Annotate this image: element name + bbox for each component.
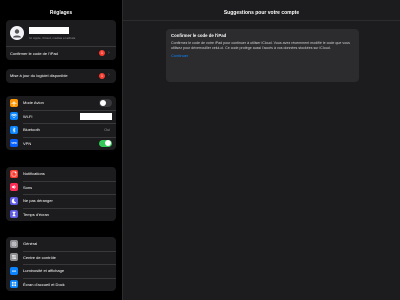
continue-link[interactable]: Continuer — [171, 53, 354, 58]
sidebar-item-label: Ne pas déranger — [23, 198, 53, 204]
speaker-icon — [10, 183, 18, 192]
sidebar-item-screen-time[interactable]: Temps d'écran — [6, 207, 116, 222]
card-text: Confirmez le code de votre iPad pour con… — [171, 41, 350, 50]
sidebar-item-wifi[interactable]: Wi-Fi — [6, 109, 116, 124]
sidebar-item-do-not-disturb[interactable]: Ne pas déranger — [6, 194, 116, 208]
toggle-knob — [99, 99, 106, 106]
notification-badge: 1 — [99, 72, 105, 79]
sidebar-item-notifications[interactable]: Notifications — [6, 167, 116, 181]
chevron-right-icon: › — [108, 72, 110, 79]
connectivity-group: Mode Avion Wi-Fi Bluetooth Oui VPN VPN — [6, 96, 116, 150]
moon-icon — [10, 196, 18, 205]
sidebar-item-label: Notifications — [23, 171, 45, 177]
sidebar-item-home-screen[interactable]: Écran d'accueil et Dock — [6, 277, 116, 292]
aa-icon: AA — [10, 266, 18, 275]
sidebar-item-general[interactable]: Général — [6, 237, 116, 251]
sidebar-item-label: Général — [23, 241, 38, 247]
switches-icon — [10, 253, 18, 262]
avatar — [10, 26, 24, 40]
redacted-name — [29, 26, 69, 34]
vpn-icon: VPN — [10, 139, 18, 148]
sidebar-item-vpn[interactable]: VPN VPN — [6, 136, 116, 151]
bluetooth-status: Oui — [104, 127, 110, 132]
card-title: Confirmer le code de l'iPad — [171, 33, 227, 38]
apple-id-profile[interactable]: Id. Apple, iCloud, médias et achats — [6, 20, 116, 46]
sidebar-title: Réglages — [49, 10, 73, 16]
redacted-network-name — [80, 112, 112, 120]
notifications-group: Notifications Sons Ne pas déranger Temps… — [6, 167, 116, 221]
sidebar-item-label: Wi-Fi — [23, 113, 33, 119]
header-divider — [123, 20, 400, 21]
notifications-icon — [10, 169, 18, 178]
detail-pane: Suggestions pour votre compte Confirmer … — [123, 0, 400, 300]
sidebar-item-display[interactable]: AA Luminosité et affichage — [6, 264, 116, 278]
person-icon — [13, 29, 21, 38]
profile-subtitle: Id. Apple, iCloud, médias et achats — [29, 35, 76, 40]
account-group: Id. Apple, iCloud, médias et achats Conf… — [6, 20, 116, 60]
detail-title: Suggestions pour votre compte — [223, 10, 300, 16]
sidebar-item-confirm-code[interactable]: Confirmer le code de l'iPad 1 › — [6, 46, 116, 60]
sidebar-item-label: Écran d'accueil et Dock — [23, 281, 65, 287]
wifi-icon — [10, 112, 18, 121]
sidebar-item-airplane[interactable]: Mode Avion — [6, 96, 116, 110]
sidebar-item-label: Mise à jour du logiciel disponible — [10, 73, 68, 79]
general-group: Général Centre de contrôle AA Luminosité… — [6, 237, 116, 291]
sidebar-item-label: Confirmer le code de l'iPad — [10, 50, 58, 56]
bluetooth-icon — [10, 125, 18, 134]
chevron-right-icon: › — [108, 49, 110, 56]
sidebar-item-sounds[interactable]: Sons — [6, 180, 116, 195]
sidebar-item-label: Bluetooth — [23, 127, 40, 133]
vpn-toggle[interactable] — [99, 139, 112, 147]
sidebar-item-label: Mode Avion — [23, 100, 44, 106]
sidebar-item-label: Centre de contrôle — [23, 254, 56, 260]
sidebar-item-label: Luminosité et affichage — [23, 268, 65, 274]
sidebar-item-control-center[interactable]: Centre de contrôle — [6, 250, 116, 265]
gear-icon — [10, 239, 18, 248]
notification-badge: 1 — [99, 50, 105, 57]
sidebar-item-bluetooth[interactable]: Bluetooth Oui — [6, 123, 116, 137]
sidebar-item-label: Sons — [23, 184, 33, 190]
hourglass-icon — [10, 210, 18, 219]
airplane-icon — [10, 98, 18, 107]
sidebar-item-label: Temps d'écran — [23, 211, 49, 217]
update-group: Mise à jour du logiciel disponible 1 › — [6, 69, 116, 83]
toggle-knob — [105, 140, 112, 147]
airplane-toggle[interactable] — [99, 99, 112, 107]
sidebar-item-software-update[interactable]: Mise à jour du logiciel disponible 1 › — [6, 69, 116, 83]
grid-icon — [10, 280, 18, 289]
sidebar-item-label: VPN — [23, 140, 32, 146]
suggestion-card: Confirmer le code de l'iPad Confirmez le… — [166, 29, 359, 82]
settings-sidebar: Réglages Id. Apple, iCloud, médias et ac… — [0, 0, 122, 300]
